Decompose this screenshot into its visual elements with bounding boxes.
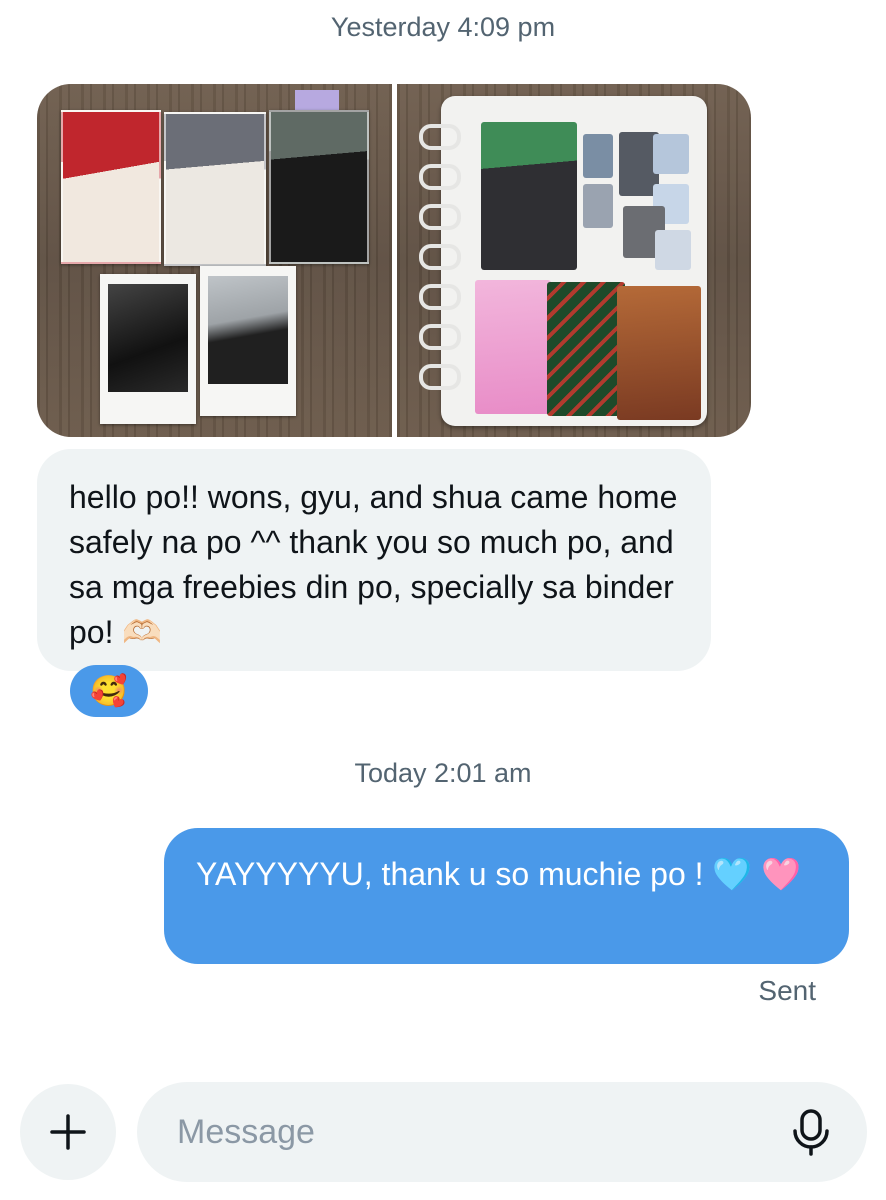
binder-ring: [418, 164, 461, 190]
binder-photocard-pink: [474, 280, 551, 414]
incoming-message-text: hello po!! wons, gyu, and shua came home…: [69, 479, 678, 650]
binder-mini-card: [652, 134, 689, 174]
instant-photo-1: [100, 274, 196, 424]
binder-image[interactable]: [396, 84, 751, 437]
photo-card-layout-image[interactable]: [37, 84, 392, 437]
add-attachment-button[interactable]: [20, 1084, 116, 1180]
binder-ring: [418, 244, 461, 270]
plus-icon: [50, 1114, 86, 1150]
binder: [440, 96, 707, 426]
binder-ring: [418, 204, 461, 230]
binder-mini-card: [582, 184, 613, 228]
incoming-message-bubble[interactable]: hello po!! wons, gyu, and shua came home…: [37, 449, 711, 671]
timestamp-yesterday: Yesterday 4:09 pm: [330, 12, 556, 42]
outgoing-message-bubble[interactable]: YAYYYYYU, thank u so muchie po ! 🩵 🩷: [164, 828, 849, 964]
binder-ring: [418, 124, 461, 150]
photocard-1: [61, 110, 161, 264]
microphone-icon[interactable]: [789, 1108, 833, 1156]
binder-photocard-orange: [616, 286, 701, 420]
message-composer[interactable]: [137, 1082, 867, 1182]
message-reaction[interactable]: 🥰: [70, 665, 148, 717]
binder-ring: [418, 324, 461, 350]
shared-image-group[interactable]: [37, 84, 751, 437]
timestamp-today: Today 2:01 am: [354, 758, 532, 788]
binder-ring: [418, 364, 461, 390]
message-input[interactable]: [175, 1111, 759, 1153]
instant-photo-2: [200, 266, 296, 416]
binder-photocard-large: [480, 122, 577, 270]
photocard-2: [164, 112, 266, 266]
outgoing-message-text: YAYYYYYU, thank u so muchie po ! 🩵 🩷: [196, 856, 801, 892]
binder-photocard-green: [546, 282, 625, 416]
photocard-3: [269, 110, 369, 264]
tape-decoration: [295, 90, 339, 110]
sent-status: Sent: [758, 975, 816, 1006]
binder-mini-card: [654, 230, 691, 270]
binder-mini-card: [582, 134, 613, 178]
binder-ring: [418, 284, 461, 310]
